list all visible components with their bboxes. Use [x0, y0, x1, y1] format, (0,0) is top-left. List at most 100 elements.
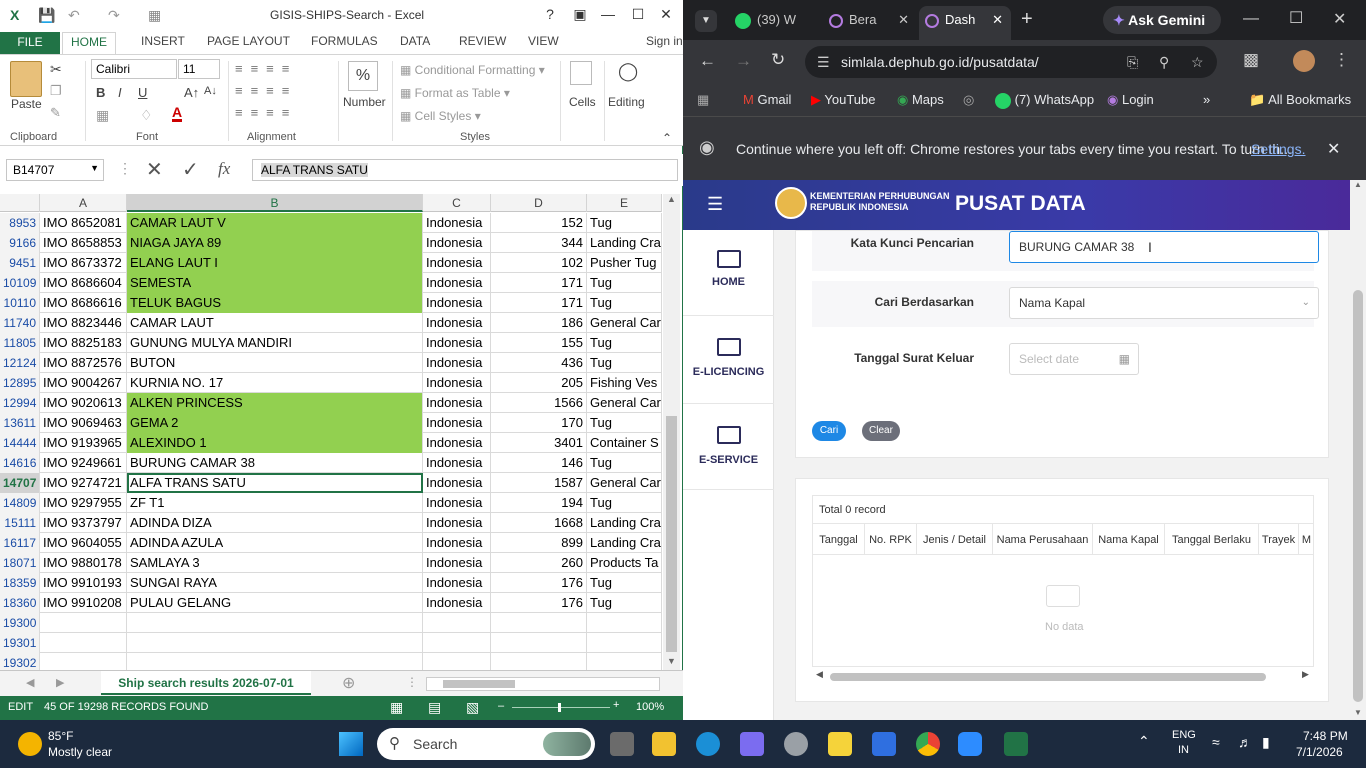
- cell-tonnage[interactable]: 171: [491, 273, 587, 293]
- cell-flag[interactable]: Indonesia: [423, 213, 491, 233]
- app-icon[interactable]: [872, 732, 896, 756]
- cell-ship-name[interactable]: [127, 633, 423, 653]
- calendar-icon[interactable]: ▦: [1119, 344, 1130, 374]
- cell-imo[interactable]: IMO 9020613: [40, 393, 127, 413]
- cell-imo[interactable]: IMO 8686604: [40, 273, 127, 293]
- clock-date[interactable]: 7/1/2026: [1296, 745, 1343, 759]
- bookmark-youtube[interactable]: ▶ YouTube: [811, 92, 875, 108]
- row-number[interactable]: 19300: [0, 613, 40, 633]
- quick-access-icon[interactable]: ▦: [148, 7, 161, 24]
- cell-ship-type[interactable]: General Car: [587, 313, 662, 333]
- decrease-font-icon[interactable]: A↓: [204, 85, 217, 97]
- row-number[interactable]: 15111: [0, 513, 40, 533]
- cell-imo[interactable]: [40, 653, 127, 670]
- format-as-table-button[interactable]: ▦ Format as Table ▾: [400, 86, 510, 100]
- tab-data[interactable]: DATA: [400, 34, 430, 48]
- row-number[interactable]: 9166: [0, 233, 40, 253]
- cell-tonnage[interactable]: 171: [491, 293, 587, 313]
- row-number[interactable]: 14444: [0, 433, 40, 453]
- cell-ship-name[interactable]: SEMESTA: [127, 273, 423, 293]
- cut-icon[interactable]: ✂: [50, 61, 62, 78]
- italic-icon[interactable]: I: [118, 85, 122, 100]
- cell-imo[interactable]: IMO 9880178: [40, 553, 127, 573]
- cell-ship-type[interactable]: General Car: [587, 393, 662, 413]
- cell-ship-type[interactable]: Tug: [587, 273, 662, 293]
- maximize-icon[interactable]: ☐: [624, 6, 652, 23]
- row-number[interactable]: 13611: [0, 413, 40, 433]
- cell-flag[interactable]: Indonesia: [423, 313, 491, 333]
- cell-tonnage[interactable]: 102: [491, 253, 587, 273]
- cell-tonnage[interactable]: 152: [491, 213, 587, 233]
- cell-imo[interactable]: IMO 9604055: [40, 533, 127, 553]
- undo-icon[interactable]: ↶: [68, 7, 80, 24]
- cell-ship-name[interactable]: BUTON: [127, 353, 423, 373]
- cell-ship-type[interactable]: General Car: [587, 473, 662, 493]
- save-icon[interactable]: 💾: [38, 7, 55, 24]
- cell-ship-name[interactable]: SAMLAYA 3: [127, 553, 423, 573]
- row-number[interactable]: 18359: [0, 573, 40, 593]
- cell-imo[interactable]: IMO 8872576: [40, 353, 127, 373]
- close-icon[interactable]: ✕: [1327, 139, 1340, 159]
- cancel-entry-icon[interactable]: ✕: [146, 157, 163, 182]
- zoom-out-icon[interactable]: –: [498, 700, 504, 712]
- cell-tonnage[interactable]: 155: [491, 333, 587, 353]
- cell-imo[interactable]: IMO 9193965: [40, 433, 127, 453]
- name-box[interactable]: B14707 ▼: [6, 159, 104, 181]
- row-number[interactable]: 14809: [0, 493, 40, 513]
- cell-ship-name[interactable]: CAMAR LAUT V: [127, 213, 423, 233]
- table-horizontal-scrollbar[interactable]: ◀ ▶: [812, 669, 1314, 683]
- row-number[interactable]: 11740: [0, 313, 40, 333]
- cell-flag[interactable]: [423, 613, 491, 633]
- clear-button[interactable]: Clear: [862, 421, 900, 441]
- select-all-corner[interactable]: [0, 194, 40, 212]
- scroll-up-icon[interactable]: ▲: [1354, 180, 1362, 189]
- all-bookmarks[interactable]: 📁 All Bookmarks: [1249, 92, 1351, 108]
- tab-beranda[interactable]: Bera ✕: [823, 6, 917, 34]
- cell-ship-name[interactable]: NIAGA JAYA 89: [127, 233, 423, 253]
- zoom-slider[interactable]: [512, 703, 610, 712]
- sheet-tab[interactable]: Ship search results 2026-07-01: [101, 671, 311, 695]
- column-header-b[interactable]: B: [127, 194, 423, 212]
- cell-flag[interactable]: Indonesia: [423, 553, 491, 573]
- cell-flag[interactable]: [423, 653, 491, 670]
- column-header-c[interactable]: C: [423, 194, 491, 212]
- conditional-formatting-button[interactable]: ▦ Conditional Formatting ▾: [400, 63, 545, 77]
- font-color-icon[interactable]: A: [172, 105, 183, 122]
- cell-flag[interactable]: Indonesia: [423, 353, 491, 373]
- bookmark-login[interactable]: ◉ Login: [1107, 92, 1154, 108]
- cell-ship-name[interactable]: ALFA TRANS SATU: [127, 473, 423, 493]
- scroll-right-icon[interactable]: ▶: [1302, 669, 1309, 680]
- cell-flag[interactable]: Indonesia: [423, 413, 491, 433]
- file-explorer-icon[interactable]: [652, 732, 676, 756]
- settings-link[interactable]: Settings.: [1251, 141, 1305, 157]
- col-tanggal[interactable]: Tanggal: [813, 524, 865, 554]
- cell-flag[interactable]: Indonesia: [423, 293, 491, 313]
- cell-flag[interactable]: Indonesia: [423, 453, 491, 473]
- cell-flag[interactable]: Indonesia: [423, 513, 491, 533]
- row-number[interactable]: 10110: [0, 293, 40, 313]
- cell-tonnage[interactable]: 170: [491, 413, 587, 433]
- cell-ship-name[interactable]: SUNGAI RAYA: [127, 573, 423, 593]
- cell-imo[interactable]: IMO 8673372: [40, 253, 127, 273]
- cell-ship-name[interactable]: KURNIA NO. 17: [127, 373, 423, 393]
- cell-flag[interactable]: Indonesia: [423, 253, 491, 273]
- bookmark-whatsapp[interactable]: (7) WhatsApp: [995, 92, 1094, 109]
- cell-imo[interactable]: IMO 8825183: [40, 333, 127, 353]
- tab-home[interactable]: HOME: [62, 32, 116, 55]
- tab-view[interactable]: VIEW: [528, 34, 559, 48]
- weather-icon[interactable]: [18, 732, 42, 756]
- formula-input[interactable]: ALFA TRANS SATU: [252, 159, 678, 181]
- app-icon[interactable]: [784, 732, 808, 756]
- new-tab-icon[interactable]: +: [1021, 8, 1033, 31]
- row-number[interactable]: 18071: [0, 553, 40, 573]
- cell-styles-button[interactable]: ▦ Cell Styles ▾: [400, 109, 481, 123]
- cell-flag[interactable]: Indonesia: [423, 233, 491, 253]
- cell-ship-name[interactable]: ZF T1: [127, 493, 423, 513]
- row-number[interactable]: 8953: [0, 213, 40, 233]
- row-number[interactable]: 19301: [0, 633, 40, 653]
- redo-icon[interactable]: ↷: [108, 7, 120, 24]
- row-number[interactable]: 14707: [0, 473, 40, 493]
- start-icon[interactable]: [339, 732, 363, 756]
- cell-ship-type[interactable]: Tug: [587, 213, 662, 233]
- close-icon[interactable]: ✕: [992, 6, 1003, 34]
